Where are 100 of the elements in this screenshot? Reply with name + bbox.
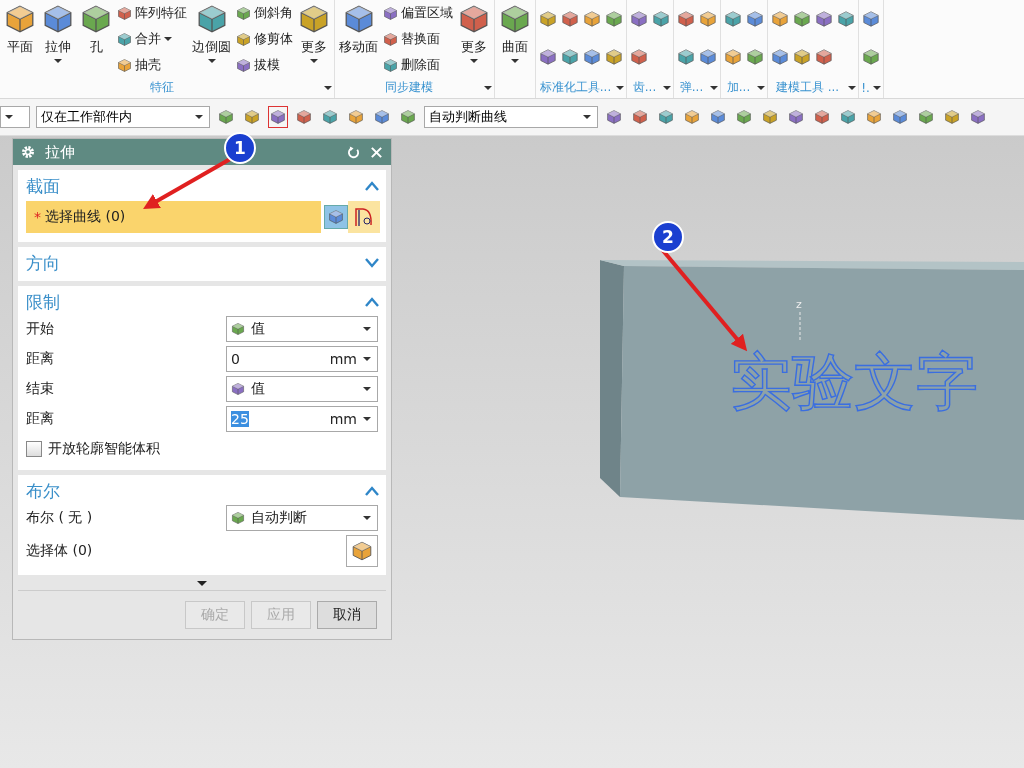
ribbon-button[interactable]: 拔模	[235, 56, 294, 74]
cube-icon	[244, 109, 260, 125]
cube-icon	[561, 48, 579, 66]
ribbon-button[interactable]: 合并	[116, 30, 188, 48]
section-title[interactable]: 限制	[26, 290, 60, 314]
cube-icon	[606, 109, 622, 125]
cube-icon	[814, 109, 830, 125]
caret-icon	[324, 85, 332, 90]
cube-icon	[866, 109, 882, 125]
ribbon-button[interactable]: 更多	[456, 1, 492, 77]
group-label: 同步建模	[384, 79, 434, 96]
option-dropdown[interactable]: 值	[226, 376, 378, 402]
chevron-up-icon[interactable]	[365, 486, 379, 496]
caret-icon	[470, 59, 478, 63]
cube-icon	[231, 382, 245, 396]
axis-drawing	[799, 311, 801, 341]
section-title[interactable]: 布尔	[26, 479, 60, 503]
caret-icon	[363, 327, 371, 331]
ribbon-button[interactable]: 删除面	[382, 56, 454, 74]
cube-icon	[724, 48, 742, 66]
ribbon-button[interactable]: 边倒圆	[190, 1, 233, 77]
caret-icon	[848, 85, 856, 90]
section-title[interactable]: 截面	[26, 174, 60, 198]
filter-dropdown[interactable]	[0, 106, 30, 128]
caret-icon	[5, 115, 13, 119]
cube-icon	[746, 10, 764, 28]
checkbox[interactable]	[26, 441, 42, 457]
section-title[interactable]: 方向	[26, 251, 60, 275]
box-icon	[80, 3, 112, 35]
chevron-down-icon[interactable]	[365, 258, 379, 268]
select-body-button[interactable]	[346, 535, 378, 567]
cube-icon	[793, 48, 811, 66]
cube-icon	[699, 10, 717, 28]
filter-dropdown[interactable]: 仅在工作部件内	[36, 106, 210, 128]
ribbon-button[interactable]: 抽壳	[116, 56, 188, 74]
cube-icon	[684, 109, 700, 125]
ribbon-button[interactable]: 偏置区域	[382, 4, 454, 22]
caret-icon	[511, 59, 519, 63]
cube-icon	[351, 540, 373, 562]
cube-icon	[746, 48, 764, 66]
cube-icon	[840, 109, 856, 125]
cube-icon	[815, 48, 833, 66]
ribbon-button[interactable]: 倒斜角	[235, 4, 294, 22]
numbered-callout: 1	[224, 132, 256, 164]
cube-icon	[236, 57, 251, 73]
cube-icon	[710, 109, 726, 125]
axis-label: z	[796, 298, 802, 311]
ribbon-button[interactable]: 曲面	[497, 1, 533, 77]
filter-dropdown[interactable]: 自动判断曲线	[424, 106, 598, 128]
option-dropdown[interactable]: 值	[226, 316, 378, 342]
cube-icon	[677, 10, 695, 28]
box-icon	[42, 3, 74, 35]
cube-icon	[736, 109, 752, 125]
select-curve-field[interactable]: * 选择曲线 (0)	[26, 201, 321, 233]
caret-icon	[54, 59, 62, 63]
caret-icon	[710, 85, 718, 90]
ribbon-button[interactable]: 拉伸	[40, 1, 76, 77]
cube-icon	[788, 109, 804, 125]
cube-icon	[970, 109, 986, 125]
group-label: 弹...	[678, 79, 705, 96]
chevron-up-icon[interactable]	[365, 181, 379, 191]
ribbon-button[interactable]: 修剪体	[235, 30, 294, 48]
curve-rule-button[interactable]	[348, 201, 380, 233]
cube-icon	[630, 10, 648, 28]
chevron-up-icon[interactable]	[365, 297, 379, 307]
reset-icon[interactable]	[347, 145, 360, 159]
dialog-button[interactable]: 取消	[317, 601, 377, 629]
expand-icon[interactable]	[197, 581, 207, 586]
toolbar-button[interactable]	[268, 106, 288, 128]
caret-icon	[195, 115, 203, 119]
cube-icon	[652, 10, 670, 28]
gear-icon[interactable]	[21, 145, 35, 159]
cube-icon	[117, 31, 132, 47]
distance-field[interactable]: 25 mm	[226, 406, 378, 432]
caret-icon	[757, 85, 765, 90]
ribbon-button[interactable]: 平面	[2, 1, 38, 77]
box-icon	[458, 3, 490, 35]
cube-icon	[117, 57, 132, 73]
ribbon-button[interactable]: 移动面	[337, 1, 380, 77]
cube-icon	[400, 109, 416, 125]
cube-icon	[348, 109, 364, 125]
ribbon-button[interactable]: 替换面	[382, 30, 454, 48]
group-label: !.	[861, 80, 870, 95]
group-label: 标准化工具...	[538, 79, 613, 96]
ribbon-button[interactable]: 更多	[296, 1, 332, 77]
cube-icon	[231, 511, 245, 525]
cube-icon	[658, 109, 674, 125]
cube-icon	[231, 322, 245, 336]
cube-icon	[762, 109, 778, 125]
close-icon[interactable]	[370, 145, 383, 159]
field-label: 开始	[26, 320, 54, 338]
ribbon-button[interactable]: 孔	[78, 1, 114, 77]
cube-icon	[383, 31, 398, 47]
cube-icon	[218, 109, 234, 125]
caret-icon	[363, 516, 371, 520]
cube-icon	[892, 109, 908, 125]
distance-field[interactable]: 0 mm	[226, 346, 378, 372]
option-dropdown[interactable]: 自动判断	[226, 505, 378, 531]
ribbon-button[interactable]: 阵列特征	[116, 4, 188, 22]
cube-icon	[793, 10, 811, 28]
